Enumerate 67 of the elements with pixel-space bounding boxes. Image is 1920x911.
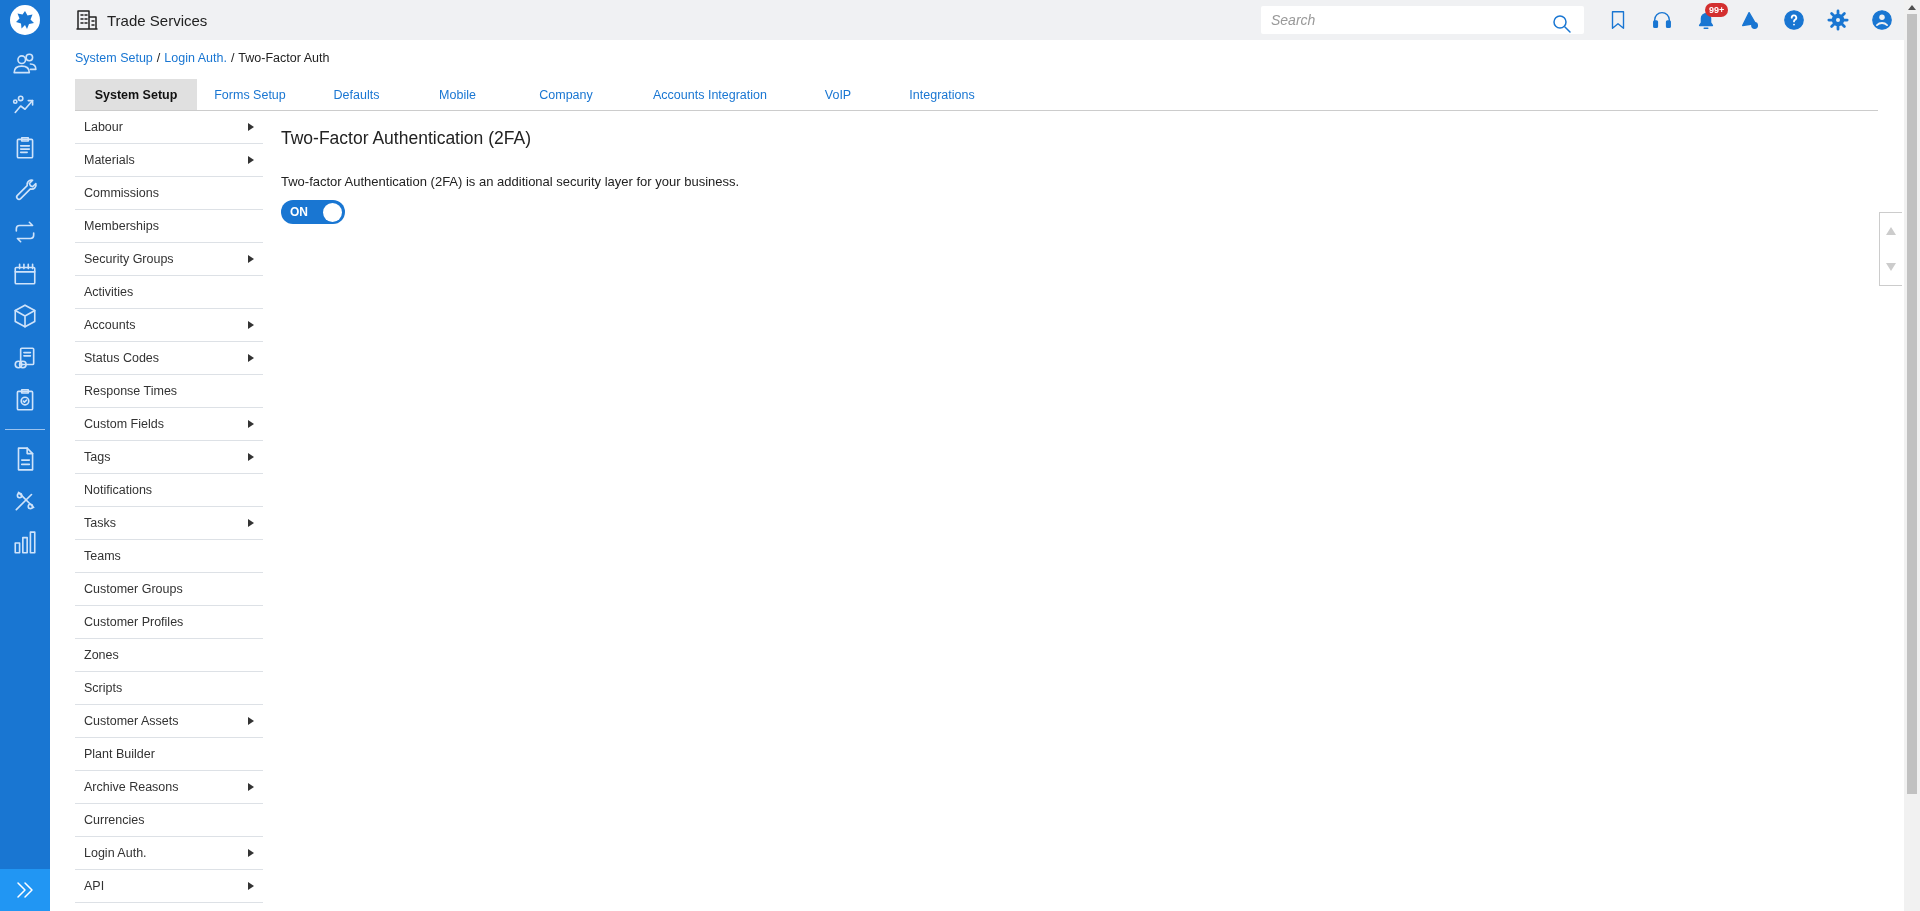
menu-item[interactable]: Materials bbox=[75, 144, 263, 177]
submenu-arrow-icon bbox=[248, 255, 254, 263]
expand-button[interactable] bbox=[0, 869, 50, 911]
tab[interactable]: System Setup bbox=[75, 79, 197, 110]
menu-item[interactable]: Customer Groups bbox=[75, 573, 263, 606]
menu-item[interactable]: Commissions bbox=[75, 177, 263, 210]
menu-item[interactable]: Custom Fields bbox=[75, 408, 263, 441]
page-title: Two-Factor Authentication (2FA) bbox=[281, 128, 532, 149]
cube-icon[interactable] bbox=[12, 303, 38, 329]
building-icon bbox=[75, 8, 99, 32]
bar-chart-icon[interactable] bbox=[12, 530, 38, 556]
menu-item[interactable]: Customer Assets bbox=[75, 705, 263, 738]
notification-badge: 99+ bbox=[1705, 3, 1729, 17]
menu-item[interactable]: Archive Reasons bbox=[75, 771, 263, 804]
description-text: Two-factor Authentication (2FA) is an additional security layer for your business. bbox=[281, 174, 740, 189]
menu-item[interactable]: Scripts bbox=[75, 672, 263, 705]
menu-item[interactable]: Memberships bbox=[75, 210, 263, 243]
menu-item[interactable]: Customer Profiles bbox=[75, 606, 263, 639]
company-name: Trade Services bbox=[107, 11, 208, 29]
toggle-switch[interactable]: ON bbox=[281, 200, 345, 224]
calendar-icon[interactable] bbox=[12, 261, 38, 287]
submenu-arrow-icon bbox=[248, 123, 254, 131]
submenu-arrow-icon bbox=[248, 156, 254, 164]
search-icon[interactable] bbox=[1550, 12, 1574, 36]
search-field[interactable]: Search bbox=[1261, 6, 1584, 34]
tab[interactable]: Integrations bbox=[883, 79, 1001, 110]
tab[interactable]: Company bbox=[505, 79, 627, 110]
breadcrumb-link[interactable]: Login Auth. bbox=[164, 51, 227, 65]
menu-item[interactable]: Response Times bbox=[75, 375, 263, 408]
breadcrumb-link[interactable]: System Setup bbox=[75, 51, 153, 65]
submenu-arrow-icon bbox=[248, 882, 254, 890]
submenu-arrow-icon bbox=[248, 420, 254, 428]
account-icon[interactable] bbox=[1871, 9, 1893, 31]
menu-item[interactable]: Tasks bbox=[75, 507, 263, 540]
submenu-arrow-icon bbox=[248, 321, 254, 329]
menu-item[interactable]: Labour bbox=[75, 111, 263, 144]
submenu-arrow-icon bbox=[248, 354, 254, 362]
menu-item[interactable]: Currencies bbox=[75, 804, 263, 837]
headset-icon[interactable] bbox=[1651, 9, 1673, 31]
breadcrumb-current: Two-Factor Auth bbox=[238, 51, 330, 65]
menu-item[interactable]: Tags bbox=[75, 441, 263, 474]
help-icon[interactable] bbox=[1783, 9, 1805, 31]
menu-item[interactable]: Security Groups bbox=[75, 243, 263, 276]
tab[interactable]: VoIP bbox=[793, 79, 883, 110]
menu-item[interactable]: Plant Builder bbox=[75, 738, 263, 771]
menu-item[interactable]: Login Auth. bbox=[75, 837, 263, 870]
menu-item[interactable]: Notifications bbox=[75, 474, 263, 507]
menu-item[interactable]: Status Codes bbox=[75, 342, 263, 375]
tab[interactable]: Defaults bbox=[303, 79, 410, 110]
submenu-arrow-icon bbox=[248, 519, 254, 527]
submenu-arrow-icon bbox=[248, 849, 254, 857]
menu-item[interactable]: Activities bbox=[75, 276, 263, 309]
menu-item[interactable]: Accounts bbox=[75, 309, 263, 342]
settings-icon[interactable] bbox=[1827, 9, 1849, 31]
breadcrumb-separator: / bbox=[156, 51, 161, 65]
submenu-arrow-icon bbox=[248, 453, 254, 461]
logo-icon[interactable] bbox=[10, 5, 40, 35]
tab[interactable]: Mobile bbox=[410, 79, 505, 110]
scrollbar-thumb[interactable] bbox=[1907, 14, 1917, 794]
tab[interactable]: Accounts Integration bbox=[627, 79, 793, 110]
breadcrumb-separator: / bbox=[230, 51, 235, 65]
submenu-arrow-icon bbox=[248, 717, 254, 725]
menu-item[interactable]: Zones bbox=[75, 639, 263, 672]
menu-item[interactable]: Teams bbox=[75, 540, 263, 573]
menu-item[interactable]: API bbox=[75, 870, 263, 903]
tab[interactable]: Forms Setup bbox=[197, 79, 303, 110]
submenu-arrow-icon bbox=[248, 783, 254, 791]
